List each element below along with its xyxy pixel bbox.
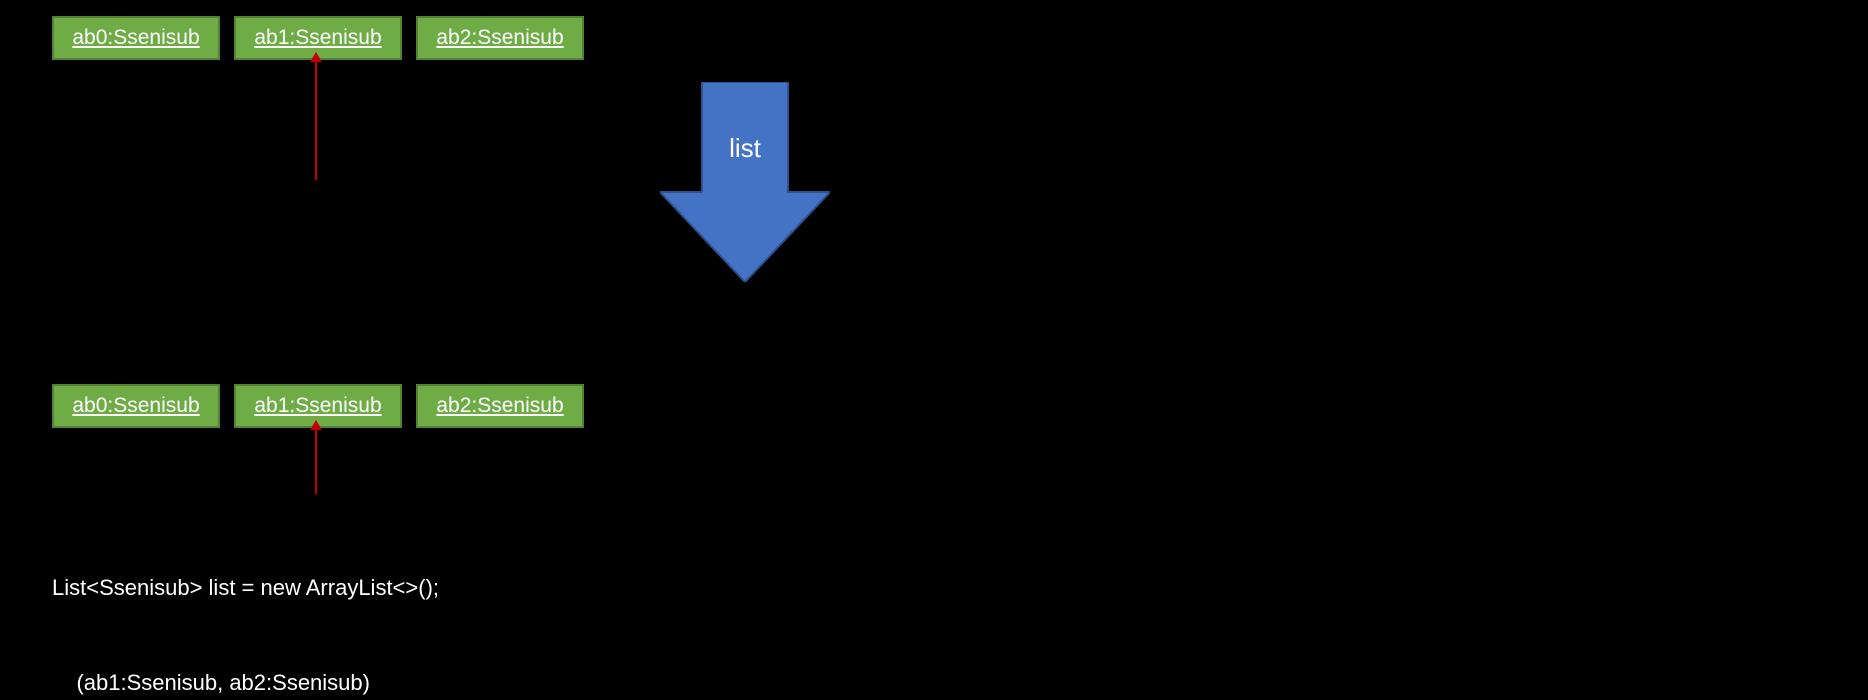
object-box-top-2: ab2:Ssenisub (416, 16, 584, 60)
code-line-0: List<Ssenisub> list = new ArrayList<>(); (52, 572, 762, 604)
arrow-up-top (315, 62, 317, 180)
object-box-mid-0: ab0:Ssenisub (52, 384, 220, 428)
object-box-top-0: ab0:Ssenisub (52, 16, 220, 60)
list-arrow: list (660, 82, 830, 282)
code-block: List<Ssenisub> list = new ArrayList<>();… (52, 508, 762, 700)
arrow-up-bottom (315, 430, 317, 494)
object-box-mid-2: ab2:Ssenisub (416, 384, 584, 428)
list-arrow-label: list (729, 133, 761, 164)
code-line-1: (ab1:Ssenisub, ab2:Ssenisub) (52, 667, 762, 699)
